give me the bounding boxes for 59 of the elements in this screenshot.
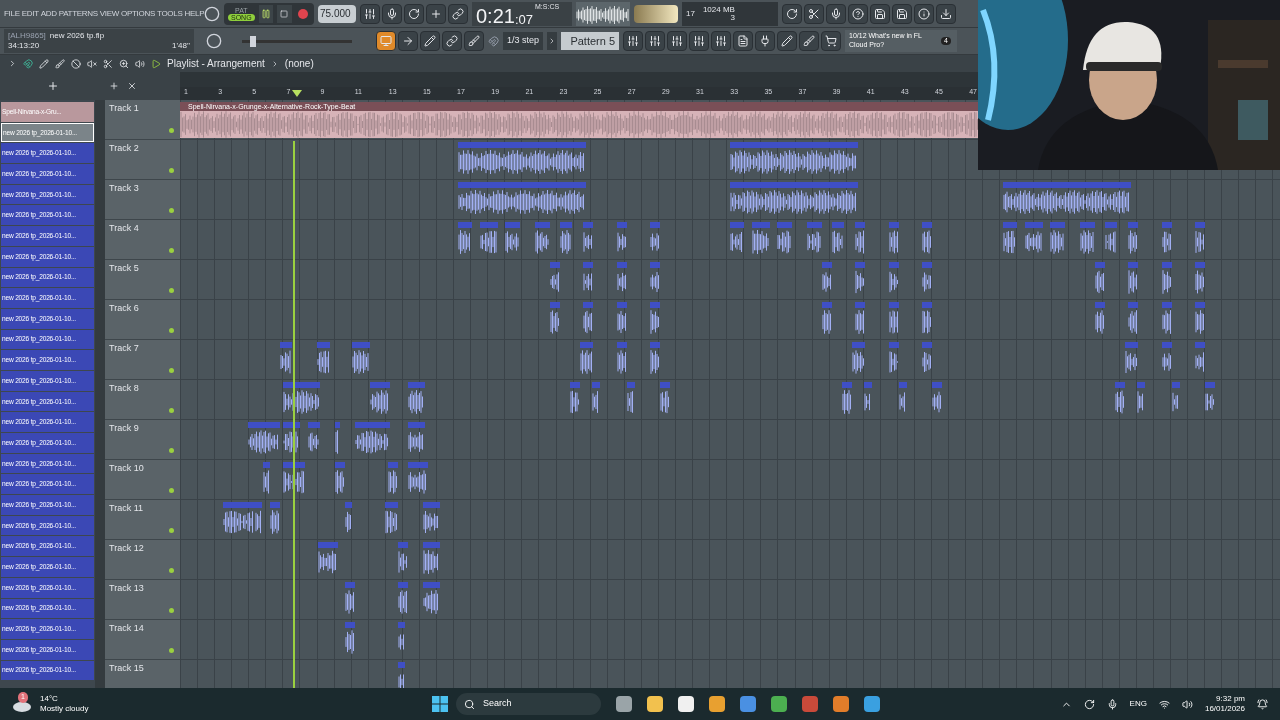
track-header[interactable]: Track 13: [105, 580, 180, 620]
song-time-centiseconds: :07: [514, 12, 533, 26]
track-header[interactable]: Track 4: [105, 220, 180, 260]
clock-date[interactable]: 16/01/2026: [1204, 704, 1245, 714]
track-header[interactable]: Track 2: [105, 140, 180, 180]
track-name: Track 14: [109, 623, 144, 633]
menu-item[interactable]: ADD: [40, 7, 57, 20]
track-name: Track 9: [109, 423, 139, 433]
track-name: Track 6: [109, 303, 139, 313]
search-box[interactable]: Search: [456, 693, 601, 715]
track-name: Track 15: [109, 663, 144, 673]
track-header[interactable]: Track 1: [105, 100, 180, 140]
track-name: Track 10: [109, 463, 144, 473]
elapsed-time: 34:13:20: [8, 41, 40, 51]
search-label: Search: [483, 697, 512, 711]
track-header[interactable]: Track 15: [105, 660, 180, 688]
track-header[interactable]: Track 12: [105, 540, 180, 580]
menu-item[interactable]: PATTERNS: [58, 7, 98, 20]
track-header[interactable]: Track 3: [105, 180, 180, 220]
track-name: Track 1: [109, 103, 139, 113]
menu-item[interactable]: EDIT: [21, 7, 39, 20]
track-name: Track 3: [109, 183, 139, 193]
project-file: new 2026 tp.flp: [49, 31, 105, 41]
temperature: 14°C: [40, 694, 59, 704]
track-name: Track 7: [109, 343, 139, 353]
track-header[interactable]: Track 10: [105, 460, 180, 500]
polyphony-reading: 3: [730, 13, 735, 22]
track-header[interactable]: Track 6: [105, 300, 180, 340]
cpu-reading: 17: [686, 7, 695, 20]
menu-item[interactable]: OPTIONS: [121, 7, 155, 20]
menu-item[interactable]: VIEW: [99, 7, 120, 20]
language-indicator[interactable]: ENG: [1129, 698, 1147, 710]
song-length: 1'48'': [172, 41, 190, 51]
track-name: Track 12: [109, 543, 144, 553]
track-name: Track 8: [109, 383, 139, 393]
menu-item[interactable]: HELP: [184, 7, 205, 20]
arrangement-selector[interactable]: (none): [284, 56, 314, 71]
menu-item[interactable]: FILE: [4, 7, 20, 20]
track-header[interactable]: Track 8: [105, 380, 180, 420]
menu-item[interactable]: TOOLS: [157, 7, 183, 20]
track-header[interactable]: Track 9: [105, 420, 180, 460]
track-name: Track 13: [109, 583, 144, 593]
snap-dropdown[interactable]: 1/3 step: [503, 32, 544, 50]
weather-text: Mostly cloudy: [40, 704, 89, 714]
tempo-field[interactable]: 75.000: [318, 4, 356, 23]
memory-reading: 1024 MB: [702, 5, 735, 14]
track-header[interactable]: Track 7: [105, 340, 180, 380]
song-time: 0:21: [476, 5, 515, 26]
track-name: Track 5: [109, 263, 139, 273]
track-name: Track 4: [109, 223, 139, 233]
track-header[interactable]: Track 5: [105, 260, 180, 300]
track-name: Track 11: [109, 503, 143, 513]
track-name: Track 2: [109, 143, 139, 153]
playlist-title: Playlist - Arrangement: [167, 57, 265, 71]
project-id: [ALH9865]: [8, 31, 46, 41]
pattern-selector[interactable]: Pattern 5: [561, 32, 620, 50]
track-header[interactable]: Track 14: [105, 620, 180, 660]
clock-time[interactable]: 9:32 pm: [1216, 694, 1245, 704]
track-header[interactable]: Track 11: [105, 500, 180, 540]
